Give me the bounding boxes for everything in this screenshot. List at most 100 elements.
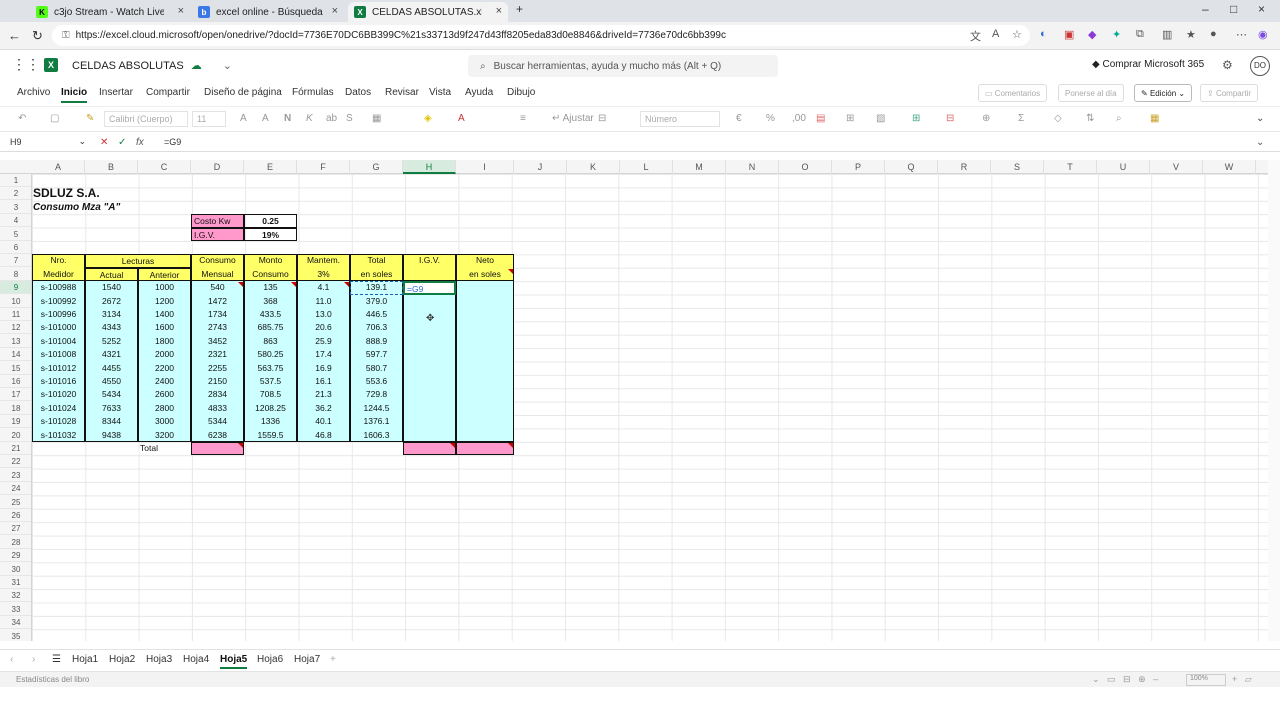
row-header-30[interactable]: 30 <box>0 563 31 576</box>
data-cell[interactable]: s-101024 <box>32 401 85 416</box>
neto-cell[interactable] <box>456 415 514 429</box>
data-cell[interactable]: 1540 <box>85 281 138 295</box>
data-cell[interactable]: 1734 <box>191 308 244 322</box>
close-icon[interactable]: × <box>178 5 184 17</box>
neto-cell[interactable] <box>456 294 514 308</box>
data-cell[interactable]: 3000 <box>138 415 191 429</box>
comment-indicator[interactable] <box>344 282 349 288</box>
row-header-27[interactable]: 27 <box>0 522 31 536</box>
ribbon-expand-icon[interactable]: ⌄ <box>1256 113 1264 124</box>
font-size-select[interactable]: 11 <box>192 111 226 127</box>
neto-cell[interactable] <box>456 348 514 362</box>
header-mantem-2[interactable]: 3% <box>297 268 350 281</box>
header-igv-2[interactable] <box>403 268 456 281</box>
column-header-k[interactable]: K <box>567 160 620 174</box>
minimize-icon[interactable]: – <box>1202 2 1209 16</box>
column-header-b[interactable]: B <box>85 160 138 174</box>
menu-dibujo[interactable]: Dibujo <box>507 87 535 98</box>
header-anterior[interactable]: Anterior <box>138 267 191 282</box>
sheet-tab-hoja1[interactable]: Hoja1 <box>72 654 98 665</box>
neto-cell[interactable] <box>456 334 514 349</box>
extension-icon-2[interactable]: ▣ <box>1064 28 1074 41</box>
param-value[interactable]: 19% <box>244 227 297 241</box>
data-cell[interactable]: 4343 <box>85 321 138 335</box>
strikethrough-icon[interactable]: ab <box>326 113 337 124</box>
header-monto-2[interactable]: Consumo <box>244 268 297 281</box>
data-cell[interactable]: 863 <box>244 334 297 349</box>
data-cell[interactable]: 5434 <box>85 388 138 402</box>
undo-icon[interactable]: ↶ <box>18 113 26 124</box>
data-cell[interactable]: 3134 <box>85 308 138 322</box>
browser-tab-2[interactable]: b excel online - Búsqueda × <box>192 2 344 22</box>
align-icon[interactable]: ≡ <box>520 113 526 124</box>
column-header-l[interactable]: L <box>620 160 673 174</box>
row-header-19[interactable]: 19 <box>0 415 31 429</box>
comment-indicator[interactable] <box>291 282 296 288</box>
data-cell[interactable]: 2400 <box>138 375 191 389</box>
data-cell[interactable]: 1200 <box>138 294 191 308</box>
menu-ayuda[interactable]: Ayuda <box>465 87 493 98</box>
close-window-icon[interactable]: × <box>1258 2 1265 16</box>
header-total-2[interactable]: en soles <box>350 268 403 281</box>
data-cell[interactable]: 708.5 <box>244 388 297 402</box>
header-nro[interactable]: Nro. <box>32 254 85 267</box>
neto-cell[interactable] <box>456 388 514 402</box>
avatar[interactable]: DO <box>1250 56 1270 76</box>
comment-indicator[interactable] <box>238 282 243 288</box>
zoom-select[interactable]: 100% <box>1186 674 1226 686</box>
column-header-r[interactable]: R <box>938 160 991 174</box>
data-cell[interactable]: 36.2 <box>297 401 350 416</box>
paste-icon[interactable]: ▢ <box>50 113 59 124</box>
menu-compartir[interactable]: Compartir <box>146 87 190 98</box>
column-header-a[interactable]: A <box>32 160 85 174</box>
data-cell[interactable]: 8344 <box>85 415 138 429</box>
column-header-g[interactable]: G <box>350 160 403 174</box>
data-cell[interactable]: 9438 <box>85 428 138 442</box>
url-field[interactable]: ⚿ https://excel.cloud.microsoft/open/one… <box>52 25 1030 46</box>
row-header-31[interactable]: 31 <box>0 576 31 589</box>
prev-sheet-icon[interactable]: ‹ <box>10 654 13 665</box>
data-cell[interactable]: 2150 <box>191 375 244 389</box>
favorite-icon[interactable]: ☆ <box>1012 28 1022 41</box>
data-cell[interactable]: 3452 <box>191 334 244 349</box>
data-cell[interactable]: 7633 <box>85 401 138 416</box>
italic-icon[interactable]: K <box>306 113 313 124</box>
data-cell[interactable]: 1336 <box>244 415 297 429</box>
catch-up-button[interactable]: Ponerse al día <box>1058 84 1124 102</box>
total-neto[interactable] <box>456 442 514 456</box>
neto-cell[interactable] <box>456 401 514 416</box>
row-header-6[interactable]: 6 <box>0 241 31 254</box>
copilot-icon[interactable]: ◉ <box>1258 28 1268 41</box>
neto-cell[interactable] <box>456 428 514 442</box>
data-cell[interactable]: 888.9 <box>350 334 403 349</box>
row-header-26[interactable]: 26 <box>0 509 31 522</box>
comment-indicator[interactable] <box>508 443 513 448</box>
header-neto-2[interactable]: en soles <box>456 268 514 281</box>
menu-vista[interactable]: Vista <box>429 87 451 98</box>
igv-cell[interactable] <box>403 401 456 416</box>
row-header-32[interactable]: 32 <box>0 589 31 603</box>
row-header-33[interactable]: 33 <box>0 603 31 616</box>
row-header-14[interactable]: 14 <box>0 348 31 362</box>
active-cell-h9[interactable]: =G9 <box>403 281 456 295</box>
read-aloud-icon[interactable]: A <box>992 28 999 40</box>
data-cell[interactable]: 40.1 <box>297 415 350 429</box>
format-cells-icon[interactable]: ⊕ <box>982 113 990 124</box>
data-cell[interactable]: 17.4 <box>297 348 350 362</box>
data-cell[interactable]: 1472 <box>191 294 244 308</box>
sheet-tab-hoja2[interactable]: Hoja2 <box>109 654 135 665</box>
header-monto-1[interactable]: Monto <box>244 254 297 267</box>
sheet-tab-hoja3[interactable]: Hoja3 <box>146 654 172 665</box>
data-cell[interactable]: 2000 <box>138 348 191 362</box>
row-header-9[interactable]: 9 <box>0 281 31 295</box>
back-icon[interactable]: ← <box>8 28 21 43</box>
font-family-select[interactable]: Calibri (Cuerpo) <box>104 111 188 127</box>
clear-icon[interactable]: ◇ <box>1054 113 1062 124</box>
row-header-5[interactable]: 5 <box>0 228 31 241</box>
decrease-font-icon[interactable]: A <box>262 113 269 124</box>
param-label[interactable]: Costo Kw <box>191 214 244 228</box>
data-cell[interactable]: 5252 <box>85 334 138 349</box>
header-consumo-1[interactable]: Consumo <box>191 254 244 267</box>
row-header-17[interactable]: 17 <box>0 388 31 402</box>
close-icon[interactable]: × <box>332 5 338 17</box>
